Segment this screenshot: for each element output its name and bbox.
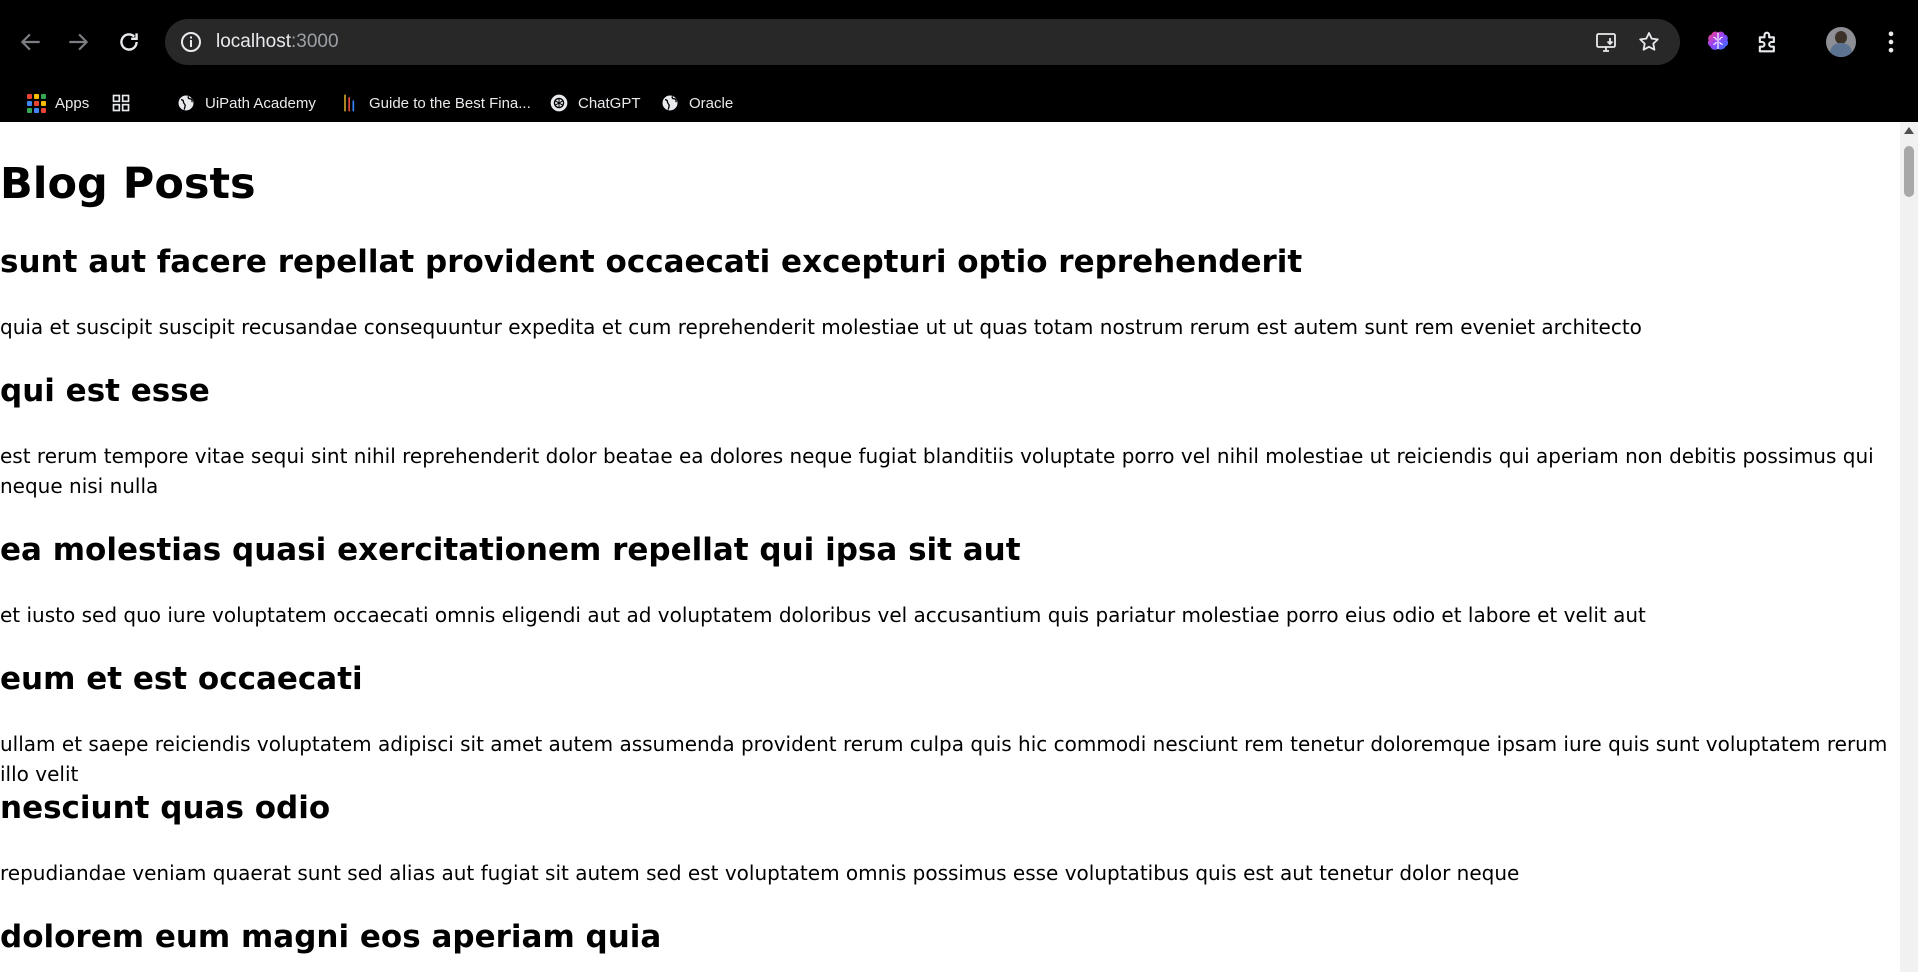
post-title: eum et est occaecati bbox=[0, 661, 363, 697]
forward-button[interactable] bbox=[58, 22, 98, 62]
post-title: qui est esse bbox=[0, 373, 210, 409]
post-title: ea molestias quasi exercitationem repell… bbox=[0, 532, 1021, 568]
bookmark-label: Guide to the Best Fina... bbox=[369, 94, 531, 112]
page-viewport[interactable]: Blog Posts sunt aut facere repellat prov… bbox=[0, 122, 1918, 972]
vertical-scrollbar[interactable] bbox=[1900, 122, 1918, 972]
bookmark-label: ChatGPT bbox=[578, 94, 641, 112]
bookmarks-bar: Apps UiPath Academy Guide to the Best Fi… bbox=[0, 84, 1918, 122]
install-app-icon bbox=[1596, 33, 1616, 52]
globe-icon bbox=[659, 92, 681, 114]
avatar-body bbox=[1830, 43, 1852, 57]
bars-icon bbox=[339, 92, 361, 114]
reload-button[interactable] bbox=[109, 22, 149, 62]
bookmark-uipath-academy[interactable]: UiPath Academy bbox=[175, 92, 316, 114]
bookmark-apps-label: Apps bbox=[55, 94, 90, 112]
brain-extension-button[interactable] bbox=[1700, 24, 1736, 60]
scrollbar-thumb[interactable] bbox=[1904, 146, 1914, 197]
tab-groups-button[interactable] bbox=[110, 92, 140, 114]
apps-grid-icon bbox=[25, 92, 47, 114]
arrow-right-icon bbox=[69, 33, 89, 51]
puzzle-icon bbox=[1758, 31, 1775, 53]
post-body: quia et suscipit suscipit recusandae con… bbox=[0, 315, 1642, 339]
reload-icon bbox=[120, 33, 138, 51]
post-body: ullam et saepe reiciendis voluptatem adi… bbox=[0, 732, 1888, 786]
page-title: Blog Posts bbox=[0, 159, 256, 209]
browser-toolbar: localhost:3000 bbox=[0, 0, 1918, 84]
bookmark-guide-best-finance[interactable]: Guide to the Best Fina... bbox=[339, 92, 531, 114]
back-button[interactable] bbox=[11, 22, 51, 62]
scroll-up-arrow-icon[interactable] bbox=[1904, 127, 1914, 134]
tab-grid-icon bbox=[110, 92, 132, 114]
brain-extension-icon bbox=[1707, 31, 1729, 50]
extensions-button[interactable] bbox=[1750, 24, 1786, 60]
profile-avatar[interactable] bbox=[1826, 27, 1856, 57]
post-title: nesciunt quas odio bbox=[0, 790, 331, 826]
post-body: est rerum tempore vitae sequi sint nihil… bbox=[0, 444, 1874, 498]
bookmark-label: Oracle bbox=[689, 94, 734, 112]
bookmark-label: UiPath Academy bbox=[205, 94, 316, 112]
bookmark-star-button[interactable] bbox=[1633, 26, 1665, 58]
post-title: sunt aut facere repellat provident occae… bbox=[0, 244, 1303, 280]
browser-window: localhost:3000 Apps UiPath Academy Guide… bbox=[0, 0, 1918, 972]
openai-icon bbox=[548, 92, 570, 114]
star-icon bbox=[1639, 32, 1659, 51]
url-text[interactable]: localhost:3000 bbox=[216, 31, 339, 53]
info-circle-icon bbox=[181, 32, 201, 52]
arrow-left-icon bbox=[20, 33, 40, 51]
address-bar[interactable]: localhost:3000 bbox=[165, 19, 1680, 65]
post-title: dolorem eum magni eos aperiam quia bbox=[0, 919, 662, 955]
browser-menu-button[interactable] bbox=[1873, 24, 1909, 60]
url-host: localhost bbox=[216, 31, 291, 52]
bookmark-chatgpt[interactable]: ChatGPT bbox=[548, 92, 641, 114]
post-body: repudiandae veniam quaerat sunt sed alia… bbox=[0, 861, 1520, 885]
kebab-menu-icon bbox=[1888, 31, 1894, 53]
site-info-button[interactable] bbox=[175, 26, 207, 58]
post-body: et iusto sed quo iure voluptatem occaeca… bbox=[0, 603, 1646, 627]
bookmark-apps[interactable]: Apps bbox=[25, 92, 89, 114]
url-port: :3000 bbox=[291, 31, 339, 52]
install-app-button[interactable] bbox=[1591, 26, 1623, 58]
globe-icon bbox=[175, 92, 197, 114]
bookmark-oracle[interactable]: Oracle bbox=[659, 92, 733, 114]
